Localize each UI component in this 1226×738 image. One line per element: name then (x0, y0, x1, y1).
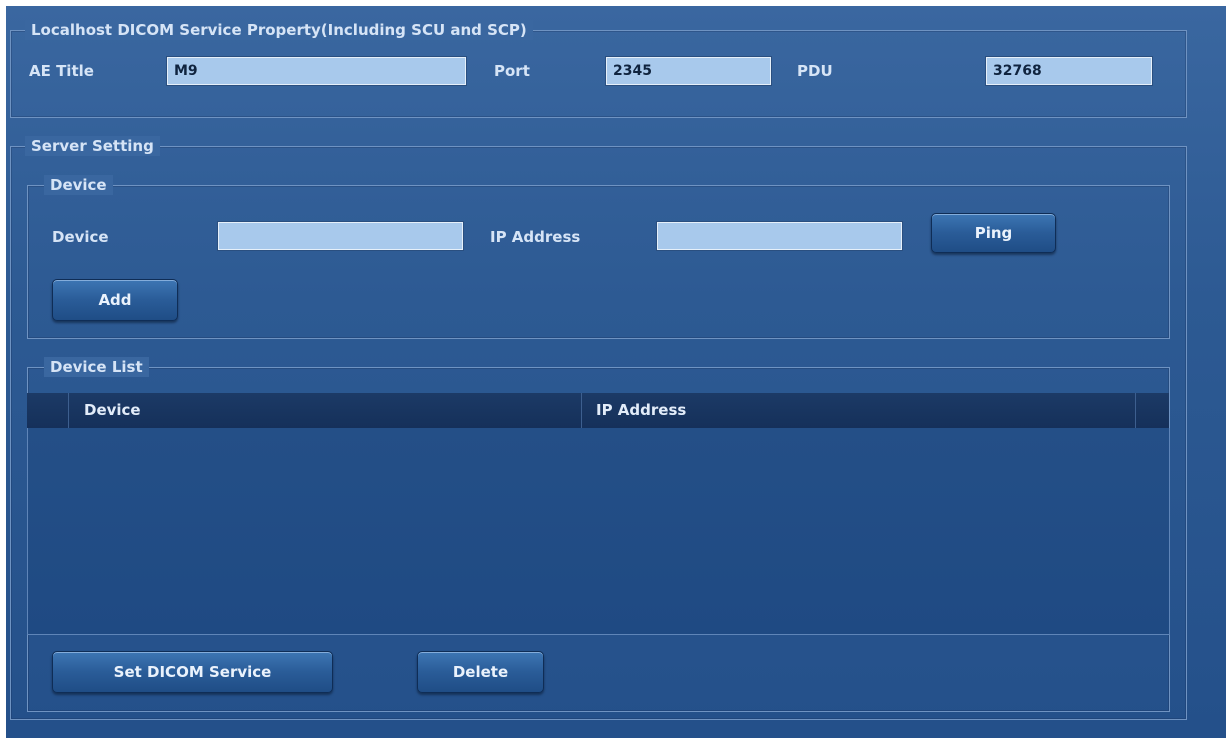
ip-address-field[interactable] (656, 221, 903, 251)
localhost-group-title: Localhost DICOM Service Property(Includi… (25, 20, 533, 40)
device-list-header: Device IP Address (27, 393, 1169, 429)
pdu-label: PDU (797, 62, 833, 80)
ae-title-field[interactable] (166, 56, 467, 86)
column-separator (68, 393, 69, 428)
port-label: Port (494, 62, 530, 80)
device-label: Device (52, 228, 109, 246)
port-field[interactable] (605, 56, 772, 86)
ping-button[interactable]: Ping (931, 213, 1056, 253)
device-group-title: Device (44, 175, 113, 195)
column-separator (581, 393, 582, 428)
dicom-settings-panel: Localhost DICOM Service Property(Includi… (6, 6, 1226, 738)
set-dicom-service-button[interactable]: Set DICOM Service (52, 651, 333, 693)
device-list-title: Device List (44, 357, 149, 377)
device-group: Device (27, 175, 1170, 339)
delete-button[interactable]: Delete (417, 651, 544, 693)
device-name-field[interactable] (217, 221, 464, 251)
add-button[interactable]: Add (52, 279, 178, 321)
column-header-ip-address[interactable]: IP Address (596, 400, 686, 420)
pdu-field[interactable] (985, 56, 1153, 86)
ip-address-label: IP Address (490, 228, 581, 246)
server-setting-title: Server Setting (25, 136, 160, 156)
device-list-body[interactable] (27, 428, 1170, 635)
column-header-device[interactable]: Device (84, 400, 141, 420)
column-separator (1135, 393, 1136, 428)
ae-title-label: AE Title (29, 62, 94, 80)
